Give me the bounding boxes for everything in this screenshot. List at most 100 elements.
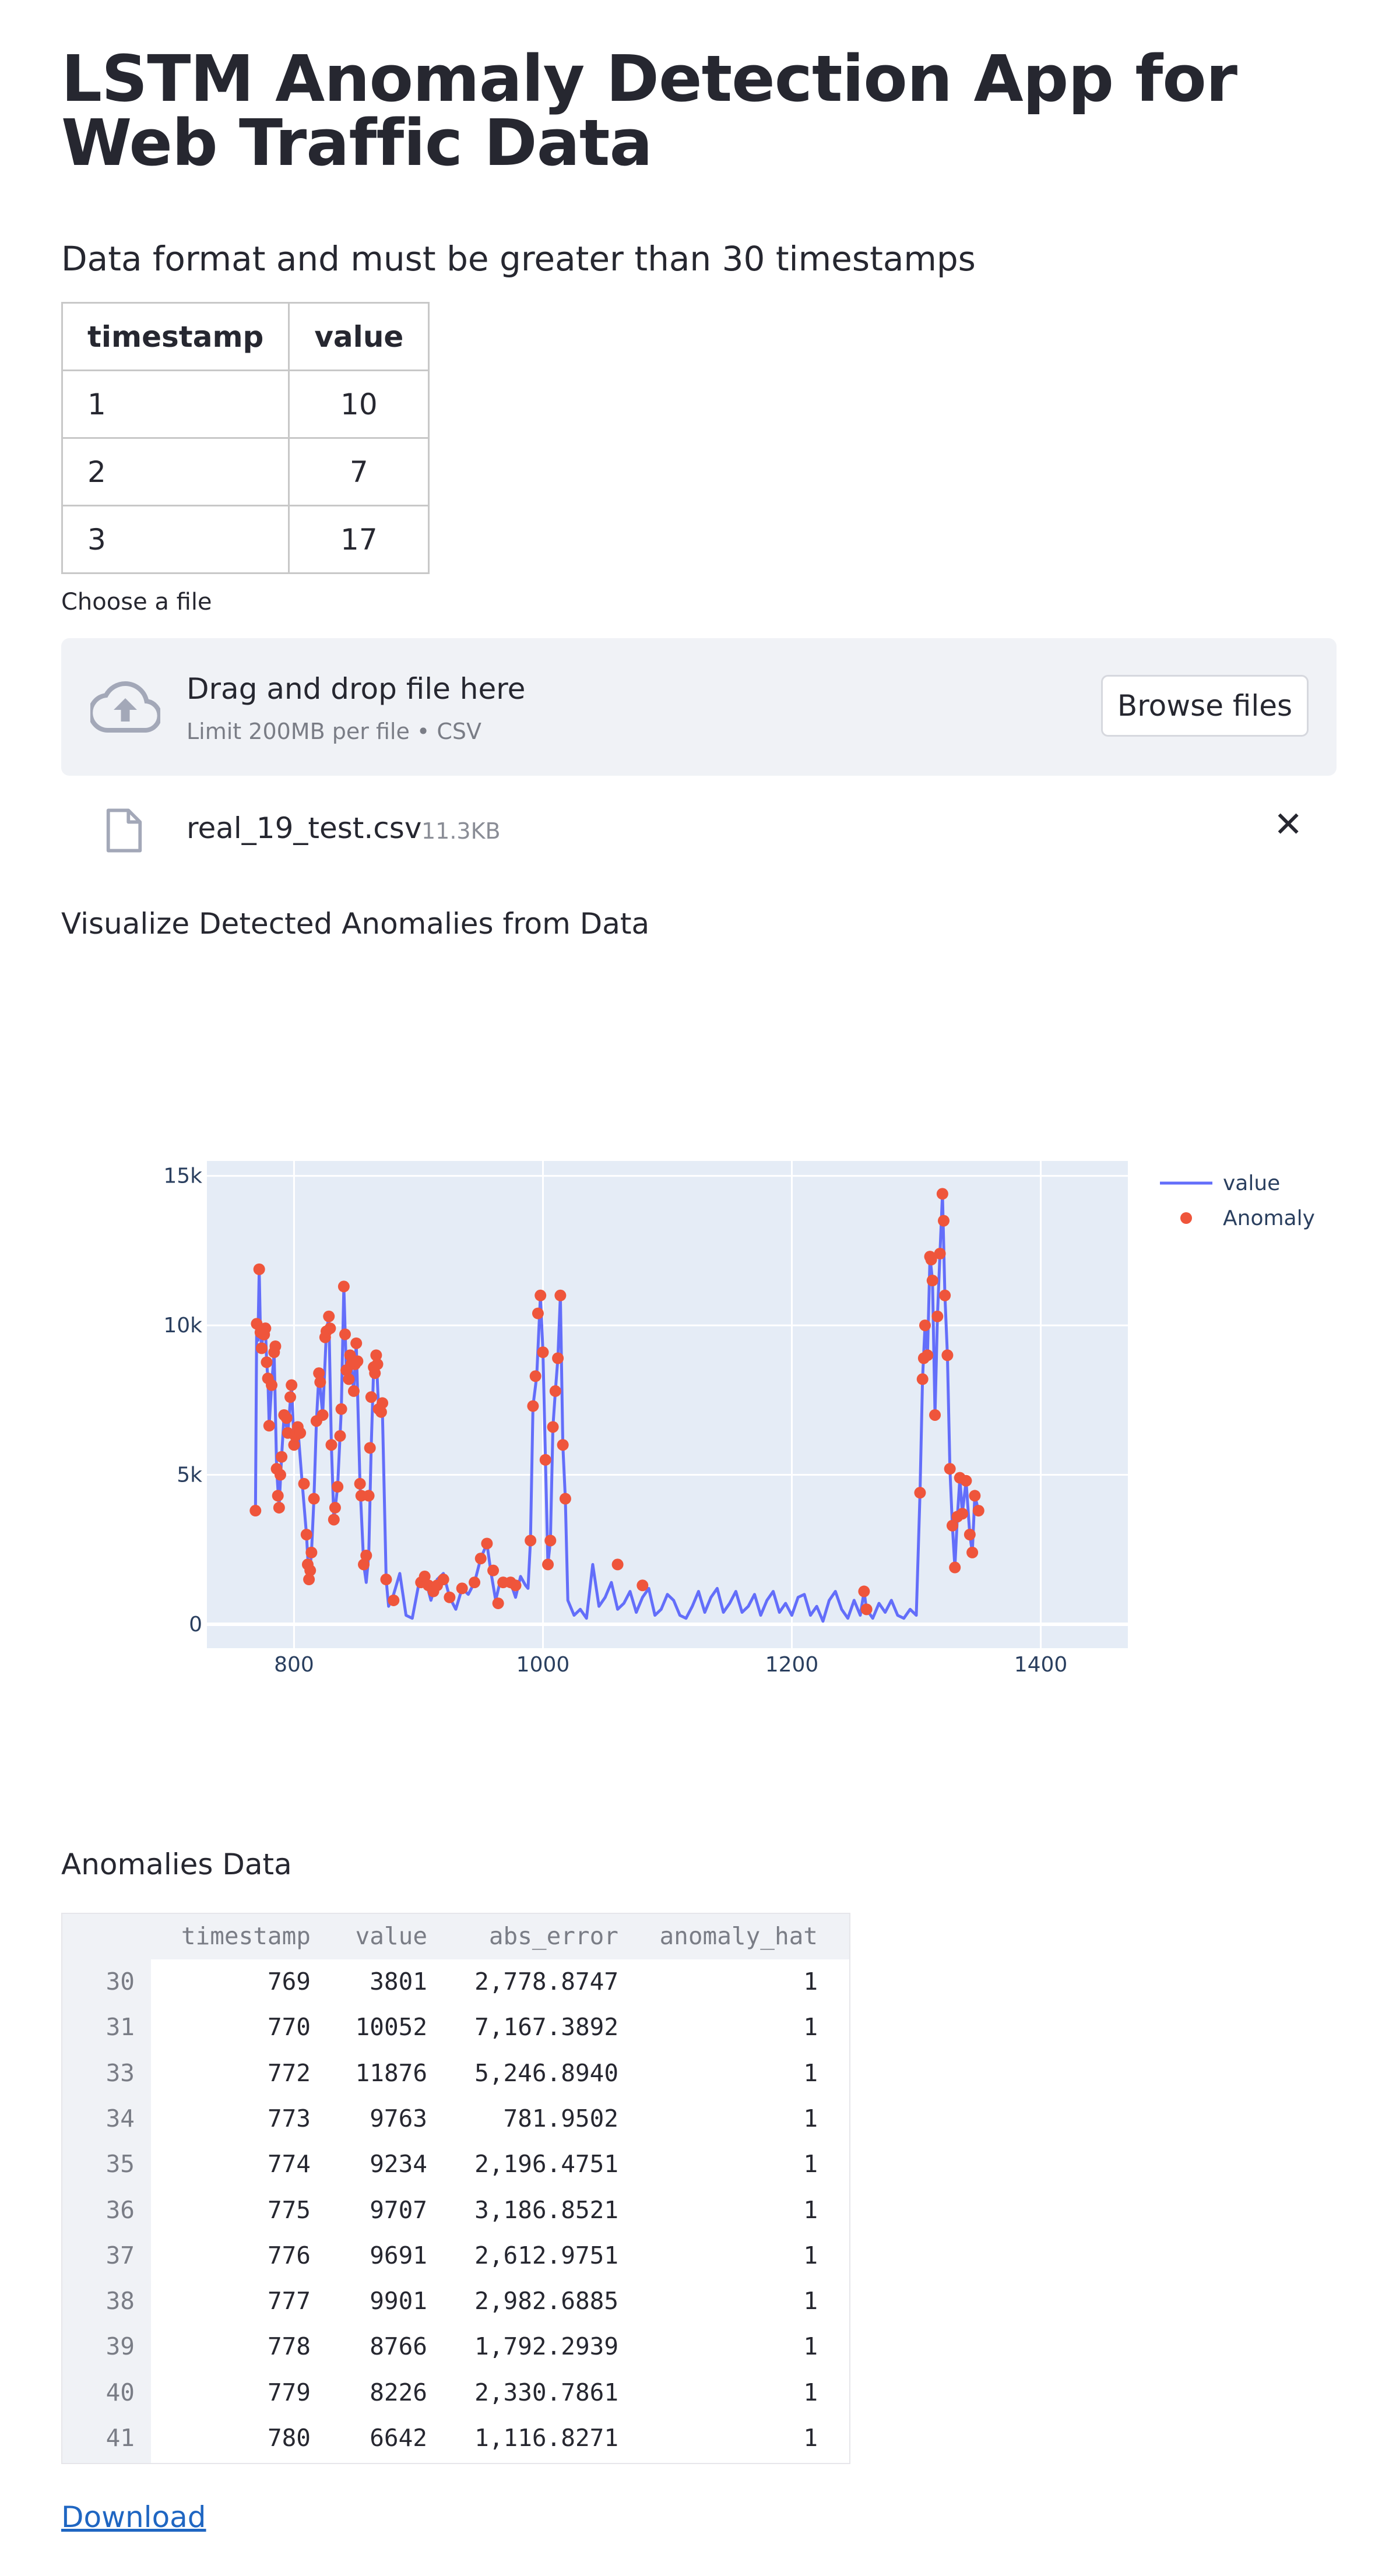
row-index: 36	[106, 2195, 135, 2224]
anomaly-point	[365, 1391, 377, 1403]
anomaly-point	[314, 1376, 326, 1388]
anomaly-point	[934, 1247, 946, 1259]
anomaly-point	[964, 1529, 976, 1541]
legend-swatch-anomaly	[1180, 1212, 1192, 1224]
anomaly-point	[437, 1574, 449, 1586]
column-header-value: value	[288, 302, 430, 371]
anomaly-point	[334, 1430, 346, 1442]
table-cell: 1	[803, 2332, 818, 2361]
table-row: 3 17	[61, 505, 430, 574]
anomaly-point	[360, 1550, 372, 1562]
anomaly-point	[539, 1454, 551, 1466]
anomaly-point	[380, 1574, 392, 1586]
data-format-heading: Data format and must be greater than 30 …	[61, 239, 976, 279]
uploaded-file-size: 11.3KB	[421, 818, 501, 844]
anomaly-point	[377, 1397, 389, 1409]
anomaly-point	[944, 1463, 956, 1475]
plot-area	[207, 1161, 1128, 1648]
anomaly-point	[308, 1493, 320, 1505]
page-title: LSTM Anomaly Detection App for Web Traff…	[61, 41, 1237, 180]
anomaly-point	[960, 1474, 972, 1487]
anomaly-point	[552, 1352, 564, 1364]
table-cell: 774	[267, 2150, 311, 2179]
row-index: 37	[106, 2241, 135, 2269]
row-index: 35	[106, 2150, 135, 2179]
close-icon[interactable]: ✕	[1274, 807, 1303, 842]
anomaly-point	[509, 1579, 522, 1592]
file-uploader-label: Choose a file	[61, 589, 212, 615]
column-header-anomaly-hat: anomaly_hat	[659, 1922, 818, 1950]
anomaly-point	[957, 1508, 969, 1520]
anomaly-point	[860, 1603, 873, 1616]
legend-label-value: value	[1223, 1171, 1280, 1195]
table-row: 2 7	[61, 437, 430, 506]
anomaly-point	[298, 1477, 310, 1490]
anomaly-point	[274, 1469, 286, 1481]
anomaly-point	[542, 1558, 554, 1571]
anomaly-point	[922, 1349, 934, 1361]
table-cell: 776	[267, 2241, 311, 2269]
anomaly-point	[547, 1421, 559, 1433]
anomaly-point	[337, 1280, 350, 1293]
anomaly-point	[280, 1412, 293, 1424]
table-cell: 779	[267, 2378, 311, 2406]
anomaly-point	[347, 1385, 360, 1397]
table-cell: 17	[288, 505, 430, 574]
table-cell: 3	[61, 505, 290, 574]
row-index: 41	[106, 2424, 135, 2452]
anomaly-point	[364, 1442, 376, 1454]
row-index: 38	[106, 2287, 135, 2315]
anomaly-point	[611, 1558, 624, 1571]
anomaly-point	[535, 1289, 547, 1301]
column-header-abs-error: abs_error	[488, 1922, 618, 1950]
anomaly-chart: 800 1000 1200 1400 0 5k 10k 15k value Anomaly	[163, 1161, 1315, 1677]
file-icon	[106, 808, 142, 853]
column-header-value: value	[355, 1922, 427, 1950]
anomaly-point	[637, 1579, 649, 1592]
download-link[interactable]: Download	[61, 2500, 206, 2534]
x-tick-label: 1200	[765, 1653, 819, 1677]
anomaly-point	[328, 1514, 340, 1526]
file-dropzone[interactable]: Drag and drop file here Limit 200MB per …	[61, 638, 1337, 776]
anomaly-point	[525, 1535, 537, 1547]
table-cell: 1,792.2939	[474, 2332, 618, 2361]
anomaly-point	[263, 1420, 275, 1432]
anomaly-point	[284, 1391, 297, 1403]
anomaly-point	[929, 1409, 941, 1421]
table-cell: 1,116.8271	[474, 2424, 618, 2452]
table-cell: 1	[803, 2150, 818, 2179]
anomaly-point	[936, 1188, 948, 1200]
table-cell: 8226	[370, 2378, 427, 2406]
row-index: 30	[106, 1968, 135, 1996]
table-row: 1 10	[61, 369, 430, 439]
anomaly-point	[269, 1340, 282, 1352]
table-cell: 1	[61, 369, 290, 439]
table-cell: 3,186.8521	[474, 2195, 618, 2224]
browse-files-button[interactable]: Browse files	[1101, 675, 1309, 737]
y-tick-label: 15k	[163, 1164, 202, 1188]
table-cell: 781.9502	[503, 2104, 618, 2132]
visualize-label: Visualize Detected Anomalies from Data	[61, 907, 650, 941]
anomaly-point	[329, 1501, 341, 1514]
anomaly-point	[972, 1505, 984, 1517]
anomaly-point	[261, 1356, 273, 1368]
table-cell: 8766	[370, 2332, 427, 2361]
table-cell: 10052	[355, 2013, 427, 2042]
row-index: 39	[106, 2332, 135, 2361]
anomaly-point	[266, 1379, 278, 1391]
anomaly-point	[249, 1505, 262, 1517]
table-cell: 10	[288, 369, 430, 439]
table-cell: 1	[803, 2378, 818, 2406]
anomaly-point	[527, 1400, 539, 1412]
table-cell: 3801	[370, 1968, 427, 1996]
anomaly-point	[949, 1561, 961, 1574]
table-cell: 770	[267, 2013, 311, 2042]
anomaly-point	[557, 1439, 569, 1451]
table-cell: 777	[267, 2287, 311, 2315]
anomalies-dataframe[interactable]: timestamp value abs_error anomaly_hat 30 769 3…	[61, 1913, 850, 2464]
anomaly-point	[371, 1358, 384, 1370]
anomaly-point	[255, 1342, 268, 1354]
table-cell: 769	[267, 1968, 311, 1996]
table-cell: 1	[803, 2287, 818, 2315]
table-cell: 6642	[370, 2424, 427, 2452]
